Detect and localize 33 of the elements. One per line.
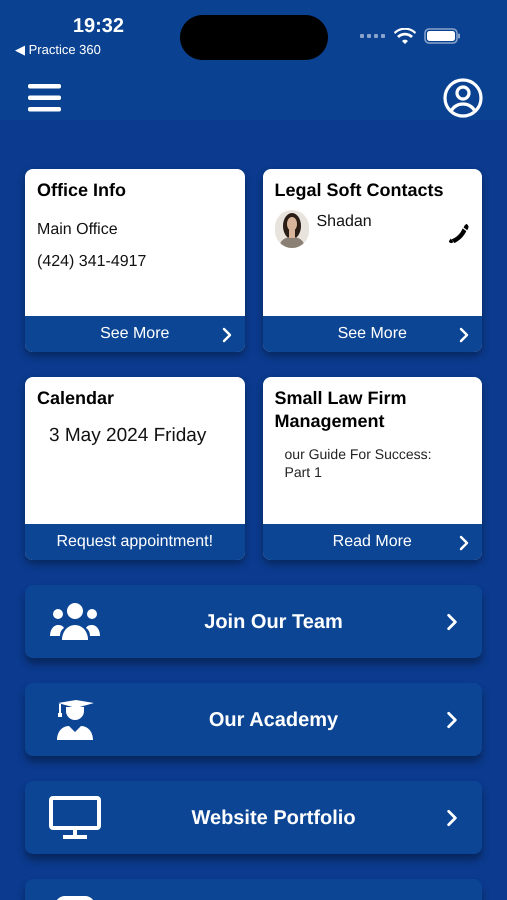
chevron-right-icon [446, 808, 458, 826]
info-line: Main Office [37, 220, 119, 240]
article-summary: our Guide For Success: Part 1 [284, 445, 433, 481]
menu-row-button[interactable]: Join Our Team [25, 585, 482, 658]
chevron-right-icon [446, 612, 458, 630]
status-time: 19:32 [72, 14, 124, 38]
chevron-right-icon [220, 327, 232, 343]
card-title: Small Law Firm Management [274, 387, 408, 433]
back-link[interactable]: ◀ Practice 360 [15, 40, 101, 60]
battery-icon [424, 28, 461, 44]
card-title: Legal Soft Contacts [274, 179, 445, 202]
chevron-right-icon [446, 710, 458, 728]
monitor-icon [49, 796, 101, 840]
card-footer-button[interactable]: See More [25, 316, 244, 352]
card-footer-button[interactable]: Read More [262, 524, 482, 560]
people-group-icon [49, 602, 101, 642]
calendar-date: 3 May 2024 Friday [48, 424, 208, 448]
card-title: Office Info [37, 179, 127, 202]
cellular-signal-icon [360, 34, 386, 38]
graduate-icon [56, 698, 94, 740]
info-line: (424) 341-4917 [37, 252, 148, 272]
menu-row-button[interactable]: Our Academy [25, 683, 482, 756]
menu-row-button[interactable]: Website Portfolio [25, 781, 482, 854]
account-icon[interactable] [443, 78, 483, 118]
chevron-right-icon [458, 535, 470, 551]
chevron-right-icon [458, 327, 470, 343]
phone-icon[interactable] [448, 222, 470, 244]
card-footer-button[interactable]: Request appointment! [25, 524, 244, 560]
menu-icon[interactable] [28, 84, 61, 112]
wifi-icon [394, 28, 416, 44]
card-title: Calendar [37, 387, 116, 410]
card-footer-button[interactable]: See More [262, 316, 482, 352]
contact-name: Shadan [316, 212, 372, 232]
